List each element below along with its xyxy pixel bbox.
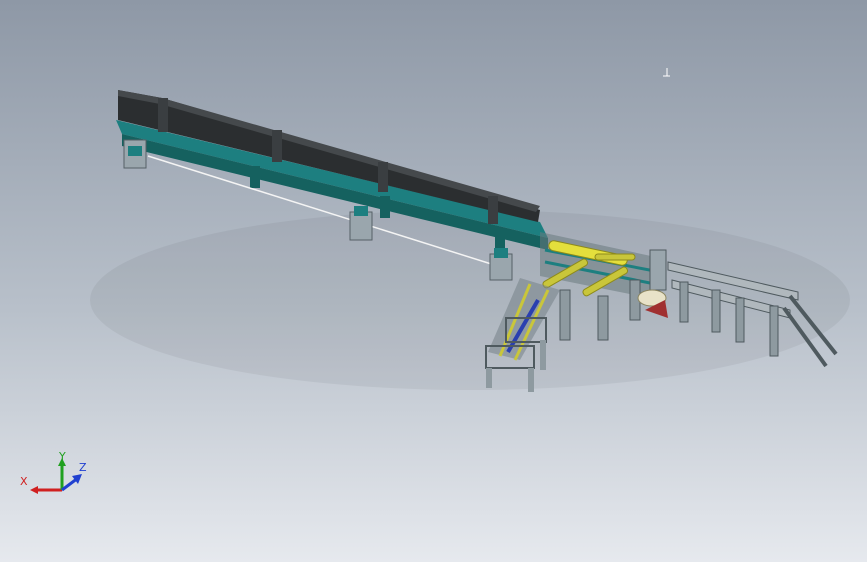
outfeed-leg: [769, 305, 779, 357]
saw-column: [649, 249, 667, 291]
outfeed-leg: [711, 289, 721, 333]
beam-joint: [378, 162, 388, 192]
orientation-triad[interactable]: X Y Z: [20, 450, 87, 494]
support-pedestal: [123, 139, 147, 169]
assembly-model[interactable]: X Y Z: [0, 0, 867, 562]
discharge-leg: [528, 368, 534, 392]
discharge-leg: [486, 368, 492, 388]
upright: [597, 295, 609, 341]
outfeed-leg: [735, 297, 745, 343]
cad-viewport[interactable]: X Y Z: [0, 0, 867, 562]
beam-joint: [272, 130, 282, 162]
support-pedestal: [349, 206, 373, 241]
coordinate-origin-icon: [663, 68, 670, 77]
x-axis-head: [30, 486, 38, 494]
discharge-leg: [540, 340, 546, 370]
z-axis-label: Z: [79, 461, 87, 474]
conveyor-leg: [380, 196, 390, 218]
x-axis-label: X: [20, 475, 28, 488]
conveyor-leg: [250, 166, 260, 188]
yellow-cradle: [594, 253, 636, 261]
outfeed-leg: [679, 281, 689, 323]
beam-joint: [158, 98, 168, 132]
y-axis-label: Y: [58, 450, 66, 463]
beam-joint: [488, 196, 498, 224]
upright: [559, 289, 571, 341]
